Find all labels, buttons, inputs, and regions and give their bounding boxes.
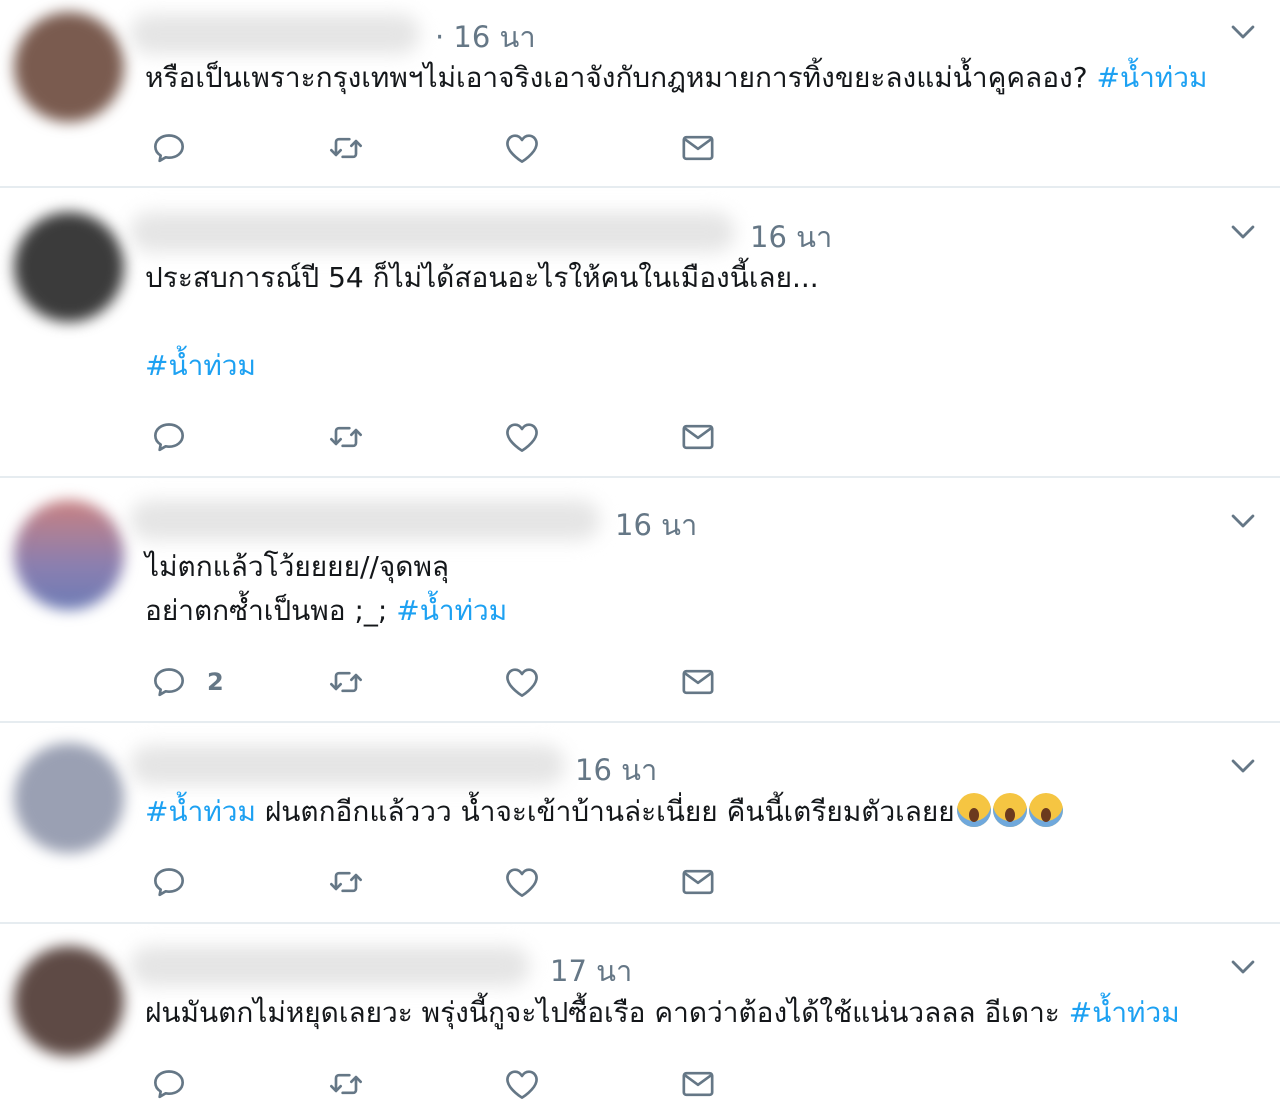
envelope-icon — [678, 662, 718, 702]
tweet-text: ประสบการณ์ปี 54 ก็ไม่ได้สอนอะไรให้คนในเม… — [145, 256, 819, 300]
tweet-actions — [145, 415, 745, 459]
direct-message-button[interactable] — [678, 126, 718, 170]
direct-message-button[interactable] — [678, 415, 718, 459]
reply-button[interactable] — [149, 860, 207, 904]
reply-button[interactable] — [149, 415, 207, 459]
reply-icon — [149, 662, 189, 702]
tweet-body: หรือเป็นเพราะกรุงเทพฯไม่เอาจริงเอาจังกับ… — [145, 61, 1088, 94]
tweet-actions — [145, 1062, 745, 1106]
heart-icon — [502, 662, 542, 702]
tweet-body-line-1: ไม่ตกแล้วโว้ยยยย//จุดพลุ — [145, 550, 450, 583]
avatar[interactable] — [14, 946, 124, 1056]
chevron-down-icon[interactable] — [1226, 749, 1260, 783]
chevron-down-icon[interactable] — [1226, 215, 1260, 249]
reply-icon — [149, 128, 189, 168]
scream-emoji — [956, 793, 991, 827]
reply-button[interactable] — [149, 126, 207, 170]
avatar[interactable] — [14, 743, 124, 853]
chevron-down-icon[interactable] — [1226, 950, 1260, 984]
envelope-icon — [678, 862, 718, 902]
tweet-text: ฝนมันตกไม่หยุดเลยวะ พรุ่งนี้กูจะไปซื้อเร… — [145, 991, 1180, 1035]
avatar[interactable] — [14, 12, 124, 122]
tweet-actions — [145, 860, 745, 904]
tweet-body: ฝนตกอีกแล้ววว น้ำจะเข้าบ้านล่ะเนี่ยย คืน… — [264, 795, 955, 828]
user-name[interactable] — [130, 14, 420, 54]
reply-button[interactable] — [149, 1062, 207, 1106]
retweet-button[interactable] — [326, 126, 366, 170]
envelope-icon — [678, 128, 718, 168]
like-button[interactable] — [502, 860, 542, 904]
tweet[interactable]: 16 นา ประสบการณ์ปี 54 ก็ไม่ได้สอนอะไรให้… — [0, 188, 1280, 478]
avatar[interactable] — [14, 212, 124, 322]
heart-icon — [502, 1064, 542, 1104]
hashtag-link[interactable]: #น้ำท่วม — [145, 349, 256, 382]
tweet-body: ฝนมันตกไม่หยุดเลยวะ พรุ่งนี้กูจะไปซื้อเร… — [145, 996, 1060, 1029]
like-button[interactable] — [502, 415, 542, 459]
tweet-timestamp[interactable]: · 16 นา — [435, 14, 536, 60]
hashtag-link[interactable]: #น้ำท่วม — [396, 594, 507, 627]
tweet-text: #น้ำท่วม ฝนตกอีกแล้ววว น้ำจะเข้าบ้านล่ะเ… — [145, 790, 1063, 834]
reply-button[interactable]: 2 — [149, 660, 224, 704]
tweet-actions: 2 — [145, 660, 745, 704]
retweet-button[interactable] — [326, 860, 366, 904]
tweet[interactable]: · 16 นา หรือเป็นเพราะกรุงเทพฯไม่เอาจริงเ… — [0, 0, 1280, 188]
tweet-timestamp[interactable]: 16 นา — [750, 214, 832, 260]
hashtag-link[interactable]: #น้ำท่วม — [1096, 61, 1207, 94]
retweet-icon — [326, 862, 366, 902]
retweet-icon — [326, 417, 366, 457]
reply-count: 2 — [207, 668, 224, 696]
tweet[interactable]: 17 นา ฝนมันตกไม่หยุดเลยวะ พรุ่งนี้กูจะไป… — [0, 924, 1280, 1112]
tweet-text: อย่าตกซ้ำเป็นพอ ;_; #น้ำท่วม — [145, 589, 507, 633]
scream-emoji — [1028, 793, 1063, 827]
retweet-icon — [326, 1064, 366, 1104]
retweet-button[interactable] — [326, 415, 366, 459]
tweet-text: หรือเป็นเพราะกรุงเทพฯไม่เอาจริงเอาจังกับ… — [145, 56, 1207, 100]
avatar[interactable] — [14, 500, 124, 610]
tweet[interactable]: 16 นา #น้ำท่วม ฝนตกอีกแล้ววว น้ำจะเข้าบ้… — [0, 723, 1280, 924]
tweet-actions — [145, 126, 745, 170]
tweet-timestamp[interactable]: 16 นา — [575, 747, 657, 793]
retweet-icon — [326, 128, 366, 168]
tweet-timestamp[interactable]: 17 นา — [550, 948, 632, 994]
tweet-body: ประสบการณ์ปี 54 ก็ไม่ได้สอนอะไรให้คนในเม… — [145, 261, 819, 294]
like-button[interactable] — [502, 660, 542, 704]
retweet-button[interactable] — [326, 660, 366, 704]
envelope-icon — [678, 1064, 718, 1104]
user-name[interactable] — [130, 745, 565, 785]
tweet-text-hashtag-line: #น้ำท่วม — [145, 344, 256, 388]
heart-icon — [502, 862, 542, 902]
hashtag-link[interactable]: #น้ำท่วม — [145, 795, 256, 828]
like-button[interactable] — [502, 126, 542, 170]
chevron-down-icon[interactable] — [1226, 504, 1260, 538]
direct-message-button[interactable] — [678, 860, 718, 904]
user-name[interactable] — [130, 212, 735, 252]
direct-message-button[interactable] — [678, 660, 718, 704]
heart-icon — [502, 417, 542, 457]
reply-icon — [149, 862, 189, 902]
retweet-icon — [326, 662, 366, 702]
tweet-timestamp[interactable]: 16 นา — [615, 502, 697, 548]
chevron-down-icon[interactable] — [1226, 15, 1260, 49]
user-name[interactable] — [130, 946, 530, 986]
tweet-body-line-2: อย่าตกซ้ำเป็นพอ ;_; — [145, 594, 388, 627]
heart-icon — [502, 128, 542, 168]
retweet-button[interactable] — [326, 1062, 366, 1106]
tweet[interactable]: 16 นา ไม่ตกแล้วโว้ยยยย//จุดพลุ อย่าตกซ้ำ… — [0, 478, 1280, 723]
envelope-icon — [678, 417, 718, 457]
reply-icon — [149, 1064, 189, 1104]
direct-message-button[interactable] — [678, 1062, 718, 1106]
scream-emoji — [992, 793, 1027, 827]
reply-icon — [149, 417, 189, 457]
tweet-text: ไม่ตกแล้วโว้ยยยย//จุดพลุ — [145, 545, 449, 589]
hashtag-link[interactable]: #น้ำท่วม — [1069, 996, 1180, 1029]
user-name[interactable] — [130, 500, 600, 540]
like-button[interactable] — [502, 1062, 542, 1106]
